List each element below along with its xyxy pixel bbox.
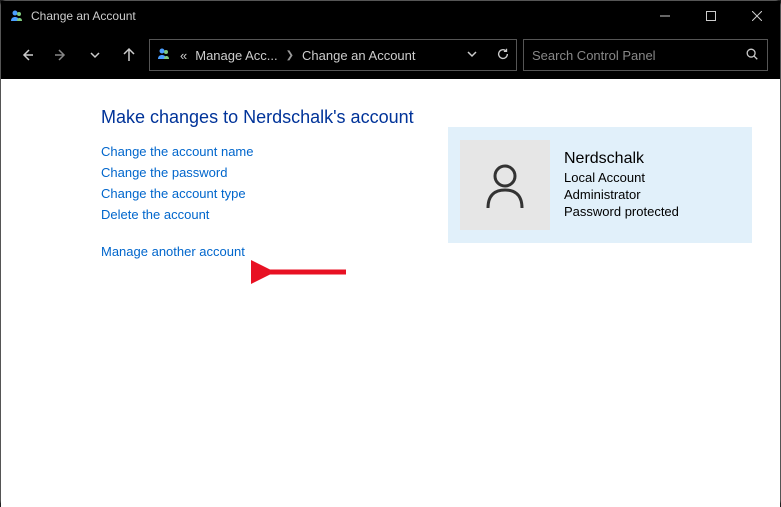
change-type-link[interactable]: Change the account type bbox=[101, 186, 246, 201]
search-box[interactable] bbox=[523, 39, 768, 71]
users-icon bbox=[156, 46, 172, 65]
back-button[interactable] bbox=[13, 41, 41, 69]
chevron-down-icon[interactable] bbox=[466, 48, 478, 63]
up-button[interactable] bbox=[115, 41, 143, 69]
delete-account-link[interactable]: Delete the account bbox=[101, 207, 209, 222]
content-area: Make changes to Nerdschalk's account Cha… bbox=[1, 79, 780, 507]
account-role: Administrator bbox=[564, 187, 679, 204]
breadcrumb-item[interactable]: Manage Acc... bbox=[195, 48, 277, 63]
toolbar: « Manage Acc... ❯ Change an Account bbox=[1, 31, 780, 79]
window-title: Change an Account bbox=[31, 9, 642, 23]
avatar bbox=[460, 140, 550, 230]
page-heading: Make changes to Nerdschalk's account bbox=[101, 107, 756, 128]
window-controls bbox=[642, 1, 780, 31]
forward-button[interactable] bbox=[47, 41, 75, 69]
minimize-button[interactable] bbox=[642, 1, 688, 31]
account-type: Local Account bbox=[564, 170, 679, 187]
account-name: Nerdschalk bbox=[564, 149, 679, 170]
users-icon bbox=[9, 8, 25, 24]
chevron-right-icon: ❯ bbox=[286, 50, 294, 61]
breadcrumb-item[interactable]: Change an Account bbox=[302, 48, 415, 63]
search-input[interactable] bbox=[532, 48, 745, 63]
account-info: Nerdschalk Local Account Administrator P… bbox=[564, 149, 679, 220]
address-bar[interactable]: « Manage Acc... ❯ Change an Account bbox=[149, 39, 517, 71]
annotation-arrow bbox=[251, 255, 351, 289]
manage-another-link[interactable]: Manage another account bbox=[101, 244, 245, 259]
person-icon bbox=[480, 160, 530, 210]
change-password-link[interactable]: Change the password bbox=[101, 165, 227, 180]
refresh-button[interactable] bbox=[496, 47, 510, 64]
maximize-button[interactable] bbox=[688, 1, 734, 31]
recent-dropdown[interactable] bbox=[81, 41, 109, 69]
account-card: Nerdschalk Local Account Administrator P… bbox=[448, 127, 752, 243]
search-icon[interactable] bbox=[745, 47, 759, 64]
close-button[interactable] bbox=[734, 1, 780, 31]
account-protection: Password protected bbox=[564, 204, 679, 221]
change-name-link[interactable]: Change the account name bbox=[101, 144, 254, 159]
titlebar: Change an Account bbox=[1, 1, 780, 31]
breadcrumb-prefix: « bbox=[180, 48, 187, 63]
